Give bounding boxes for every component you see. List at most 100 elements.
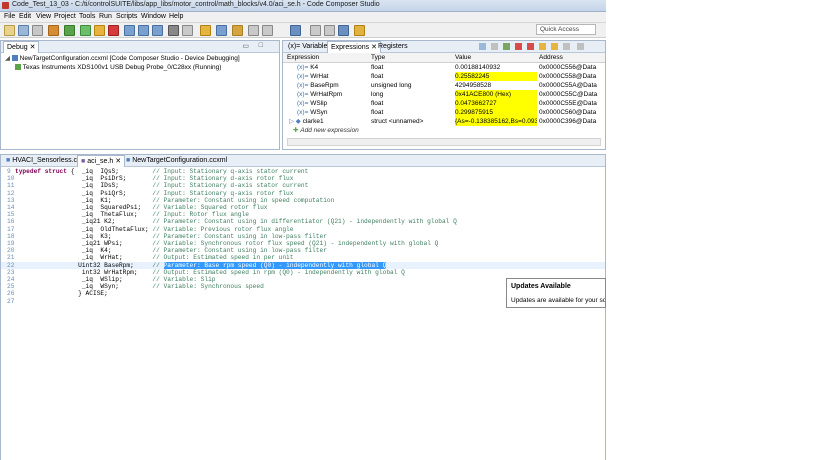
expression-value[interactable]: 0.299875915 xyxy=(455,108,537,117)
step-over-icon[interactable] xyxy=(138,25,149,36)
code-line[interactable]: 10 _iq PsiDrS; // Input: Stationary d-ax… xyxy=(1,175,605,182)
menu-window[interactable]: Window xyxy=(141,13,166,20)
code-line[interactable]: 23 int32 WrHatRpm; // Output: Estimated … xyxy=(1,269,605,276)
col-type[interactable]: Type xyxy=(371,53,451,62)
remove-icon[interactable] xyxy=(515,43,522,50)
remove-all-icon[interactable] xyxy=(527,43,534,50)
expression-name: (x)= WrHat xyxy=(297,72,375,81)
terminate-icon[interactable] xyxy=(108,25,119,36)
open-type-icon[interactable] xyxy=(216,25,227,36)
expression-row[interactable]: (x)= BaseRpm unsigned long 4294958528 0x000… xyxy=(283,81,605,90)
find-icon[interactable] xyxy=(338,25,349,36)
tab-debug[interactable]: Debug ✕ xyxy=(3,41,40,53)
expression-type: long xyxy=(371,91,384,98)
updates-popup[interactable]: Updates Available Updates are available … xyxy=(506,278,606,308)
code-line[interactable]: 22 Uint32 BaseRpm; // Parameter: Base rp… xyxy=(1,261,605,269)
menu-run[interactable]: Run xyxy=(99,13,112,20)
expression-value[interactable]: 4294958528 xyxy=(455,81,537,90)
target-icon[interactable] xyxy=(290,25,301,36)
new-icon[interactable] xyxy=(4,25,15,36)
expression-row[interactable]: (x)= WrHatRpm long 0x41ACE800 (Hex) 0x0000C… xyxy=(283,90,605,99)
refresh-icon[interactable] xyxy=(539,43,546,50)
maximize-icon[interactable]: □ xyxy=(259,42,263,49)
code-line[interactable]: 16 _iq21 K2; // Parameter: Constant usin… xyxy=(1,218,605,225)
print-icon[interactable] xyxy=(32,25,43,36)
view-menu-icon[interactable] xyxy=(577,43,584,50)
menu-tools[interactable]: Tools xyxy=(79,13,95,20)
menu-help[interactable]: Help xyxy=(169,13,183,20)
code-line[interactable]: 12 _iq PsiQrS; // Input: Stationary q-ax… xyxy=(1,190,605,197)
tab-new-target-config[interactable]: ■ NewTargetConfiguration.ccxml xyxy=(123,155,230,166)
restart-icon[interactable] xyxy=(182,25,193,36)
menu-scripts[interactable]: Scripts xyxy=(116,13,137,20)
comment-token: // Variable: Synchronous rotor flux spee… xyxy=(152,240,439,247)
code-line[interactable]: 18 _iq K3; // Parameter: Constant using … xyxy=(1,233,605,240)
expression-value[interactable]: 0.00188140932 xyxy=(455,63,537,72)
expression-value[interactable]: 0.0473662727 xyxy=(455,99,537,108)
refresh-icon[interactable] xyxy=(310,25,321,36)
menu-file[interactable]: File xyxy=(4,13,15,20)
expression-row[interactable]: ▷ ◆ clarke1 struct <unnamed> {As=-0.138385… xyxy=(283,117,605,126)
expression-value[interactable]: 0x41ACE800 (Hex) xyxy=(455,90,537,99)
debug-item-config[interactable]: ◢ NewTargetConfiguration.ccxml [Code Com… xyxy=(5,54,279,63)
code-line[interactable]: 21 _iq WrHat; // Output: Estimated speed… xyxy=(1,254,605,261)
step-return-icon[interactable] xyxy=(152,25,163,36)
code-line[interactable]: 14 _iq SquaredPsi; // Variable: Squared … xyxy=(1,204,605,211)
step-into-icon[interactable] xyxy=(124,25,135,36)
resume-icon[interactable] xyxy=(80,25,91,36)
add-expression-icon[interactable] xyxy=(503,43,510,50)
pencil-icon[interactable] xyxy=(232,25,243,36)
expression-row[interactable]: (x)= WSlip float 0.0473662727 0x0000C55E@Da… xyxy=(283,99,605,108)
expression-row[interactable]: (x)= K4 float 0.00188140932 0x0000C556@Data xyxy=(283,63,605,72)
build-icon[interactable] xyxy=(48,25,59,36)
col-value[interactable]: Value xyxy=(455,53,535,62)
tab-expressions[interactable]: Expressions ✕ xyxy=(327,41,381,53)
nav-forward-icon[interactable] xyxy=(262,25,273,36)
tab-registers[interactable]: Registers xyxy=(375,41,411,52)
expression-value[interactable]: {As=-0.138385162,Bs=0.09300... xyxy=(455,117,537,126)
code-line[interactable]: 17 _iq OldThetaFlux; // Variable: Previo… xyxy=(1,226,605,233)
suspend-icon[interactable] xyxy=(94,25,105,36)
code-line[interactable]: 19 _iq21 WPsi; // Variable: Synchronous … xyxy=(1,240,605,247)
col-address[interactable]: Address xyxy=(539,53,605,62)
search-icon[interactable] xyxy=(200,25,211,36)
code-area[interactable]: 9 typedef struct { _iq IQsS; // Input: St… xyxy=(1,168,605,460)
debug-item-probe[interactable]: Texas Instruments XDS100v1 USB Debug Pro… xyxy=(15,63,279,72)
code-line[interactable]: 20 _iq K4; // Parameter: Constant using … xyxy=(1,247,605,254)
window-title: Code_Test_13_03 - C:/ti/controlSUITE/lib… xyxy=(12,1,380,8)
code-line[interactable]: 15 _iq ThetaFlux; // Input: Rotor flux a… xyxy=(1,211,605,218)
expression-name: ▷ ◆ clarke1 xyxy=(289,117,367,126)
minimize-icon[interactable]: ▭ xyxy=(242,42,249,50)
col-expression[interactable]: Expression xyxy=(287,53,367,62)
expression-address: 0x0000C556@Data xyxy=(539,64,597,71)
expression-row[interactable]: (x)= WSyn float 0.299875915 0x0000C560@Data xyxy=(283,108,605,117)
code-text: _iq WSlip; // Variable: Slip xyxy=(15,276,216,283)
format-icon[interactable] xyxy=(563,43,570,50)
nav-back-icon[interactable] xyxy=(248,25,259,36)
code-line[interactable]: 9 typedef struct { _iq IQsS; // Input: St… xyxy=(1,168,605,175)
undo-icon[interactable] xyxy=(324,25,335,36)
magic-icon[interactable] xyxy=(354,25,365,36)
add-new-label: Add new expression xyxy=(300,127,359,134)
expression-address: 0x0000C558@Data xyxy=(539,73,597,80)
code-line[interactable]: 13 _iq K1; // Parameter: Constant using … xyxy=(1,197,605,204)
continuous-refresh-icon[interactable] xyxy=(551,43,558,50)
tab-aci-se[interactable]: ■ aci_se.h ✕ xyxy=(77,155,126,167)
horizontal-scrollbar[interactable] xyxy=(287,138,601,146)
expression-row[interactable]: (x)= WrHat float 0.25582245 0x0000C558@Data xyxy=(283,72,605,81)
quick-access-input[interactable]: Quick Access xyxy=(536,24,596,35)
expression-label: BaseRpm xyxy=(310,82,339,89)
code-line[interactable]: 11 _iq IDsS; // Input: Stationary d-axis… xyxy=(1,182,605,189)
save-icon[interactable] xyxy=(18,25,29,36)
debug-icon[interactable] xyxy=(64,25,75,36)
expression-value[interactable]: 0.25582245 xyxy=(455,72,537,81)
select-all-icon[interactable] xyxy=(491,43,498,50)
tab-hvaci-sensorless[interactable]: ■ HVACI_Sensorless.c xyxy=(3,155,80,166)
menu-view[interactable]: View xyxy=(36,13,51,20)
collapse-all-icon[interactable] xyxy=(479,43,486,50)
reset-icon[interactable] xyxy=(168,25,179,36)
expression-label: WrHat xyxy=(310,73,329,80)
menu-project[interactable]: Project xyxy=(54,13,76,20)
add-new-expression[interactable]: ✚ Add new expression xyxy=(293,126,605,135)
menu-edit[interactable]: Edit xyxy=(19,13,31,20)
